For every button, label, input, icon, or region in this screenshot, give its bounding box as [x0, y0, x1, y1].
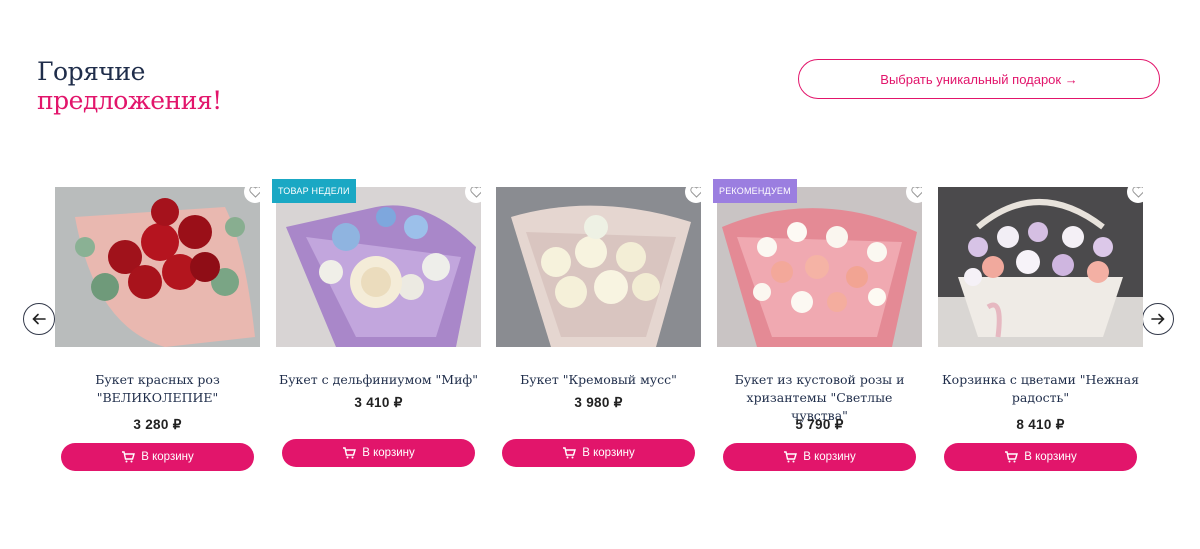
add-to-cart-label: В корзину [362, 447, 415, 459]
badge-recommended: РЕКОМЕНДУЕМ [713, 179, 797, 203]
add-to-cart-button[interactable]: В корзину [282, 439, 475, 467]
section-title-line1: Горячие [37, 57, 145, 86]
heart-icon [248, 187, 260, 198]
arrow-right-icon [1151, 313, 1165, 325]
add-to-cart-label: В корзину [582, 447, 635, 459]
product-card[interactable]: Букет "Кремовый мусс" 3 980 ₽ В корзину [496, 187, 701, 467]
product-image[interactable] [938, 187, 1143, 347]
product-price: 3 980 ₽ [574, 395, 623, 410]
add-to-cart-button[interactable]: В корзину [723, 443, 916, 471]
product-image[interactable] [496, 187, 701, 347]
heart-icon [689, 187, 701, 198]
cart-icon [343, 447, 357, 459]
product-price: 3 280 ₽ [133, 417, 182, 432]
product-price: 5 790 ₽ [795, 417, 844, 432]
add-to-cart-button[interactable]: В корзину [944, 443, 1137, 471]
heart-icon [469, 187, 481, 198]
product-card[interactable]: ТОВАР НЕДЕЛИ Букет с дельфиниумом "Миф" … [272, 179, 481, 467]
product-price: 8 410 ₽ [1016, 417, 1065, 432]
add-to-cart-button[interactable]: В корзину [502, 439, 695, 467]
product-card[interactable]: Букет красных роз "ВЕЛИКОЛЕПИЕ" 3 280 ₽ … [55, 187, 260, 471]
product-name[interactable]: Букет с дельфиниумом "Миф" [276, 371, 481, 389]
badge-product-of-week: ТОВАР НЕДЕЛИ [272, 179, 356, 203]
product-name[interactable]: Корзинка с цветами "Нежная радость" [938, 371, 1143, 407]
section-title-line2: предложения! [37, 86, 222, 115]
add-to-cart-label: В корзину [1024, 451, 1077, 463]
product-card[interactable]: РЕКОМЕНДУЕМ Букет из кустовой розы и хри… [713, 179, 922, 471]
product-name[interactable]: Букет красных роз "ВЕЛИКОЛЕПИЕ" [55, 371, 260, 407]
section-title: Горячие предложения! [37, 57, 222, 115]
unique-gift-button[interactable]: Выбрать уникальный подарок → [798, 59, 1160, 99]
cart-icon [563, 447, 577, 459]
cart-icon [784, 451, 798, 463]
product-image[interactable] [276, 187, 481, 347]
heart-icon [1131, 187, 1143, 198]
carousel-next-button[interactable] [1142, 303, 1174, 335]
carousel-prev-button[interactable] [23, 303, 55, 335]
product-name[interactable]: Букет из кустовой розы и хризантемы "Све… [717, 371, 922, 423]
add-to-cart-button[interactable]: В корзину [61, 443, 254, 471]
add-to-cart-label: В корзину [803, 451, 856, 463]
cart-icon [122, 451, 136, 463]
heart-icon [910, 187, 922, 198]
product-price: 3 410 ₽ [354, 395, 403, 410]
product-image[interactable] [55, 187, 260, 347]
product-image[interactable] [717, 187, 922, 347]
add-to-cart-label: В корзину [141, 451, 194, 463]
product-name[interactable]: Букет "Кремовый мусс" [496, 371, 701, 389]
cart-icon [1005, 451, 1019, 463]
product-card[interactable]: Корзинка с цветами "Нежная радость" 8 41… [938, 187, 1143, 471]
arrow-left-icon [32, 313, 46, 325]
